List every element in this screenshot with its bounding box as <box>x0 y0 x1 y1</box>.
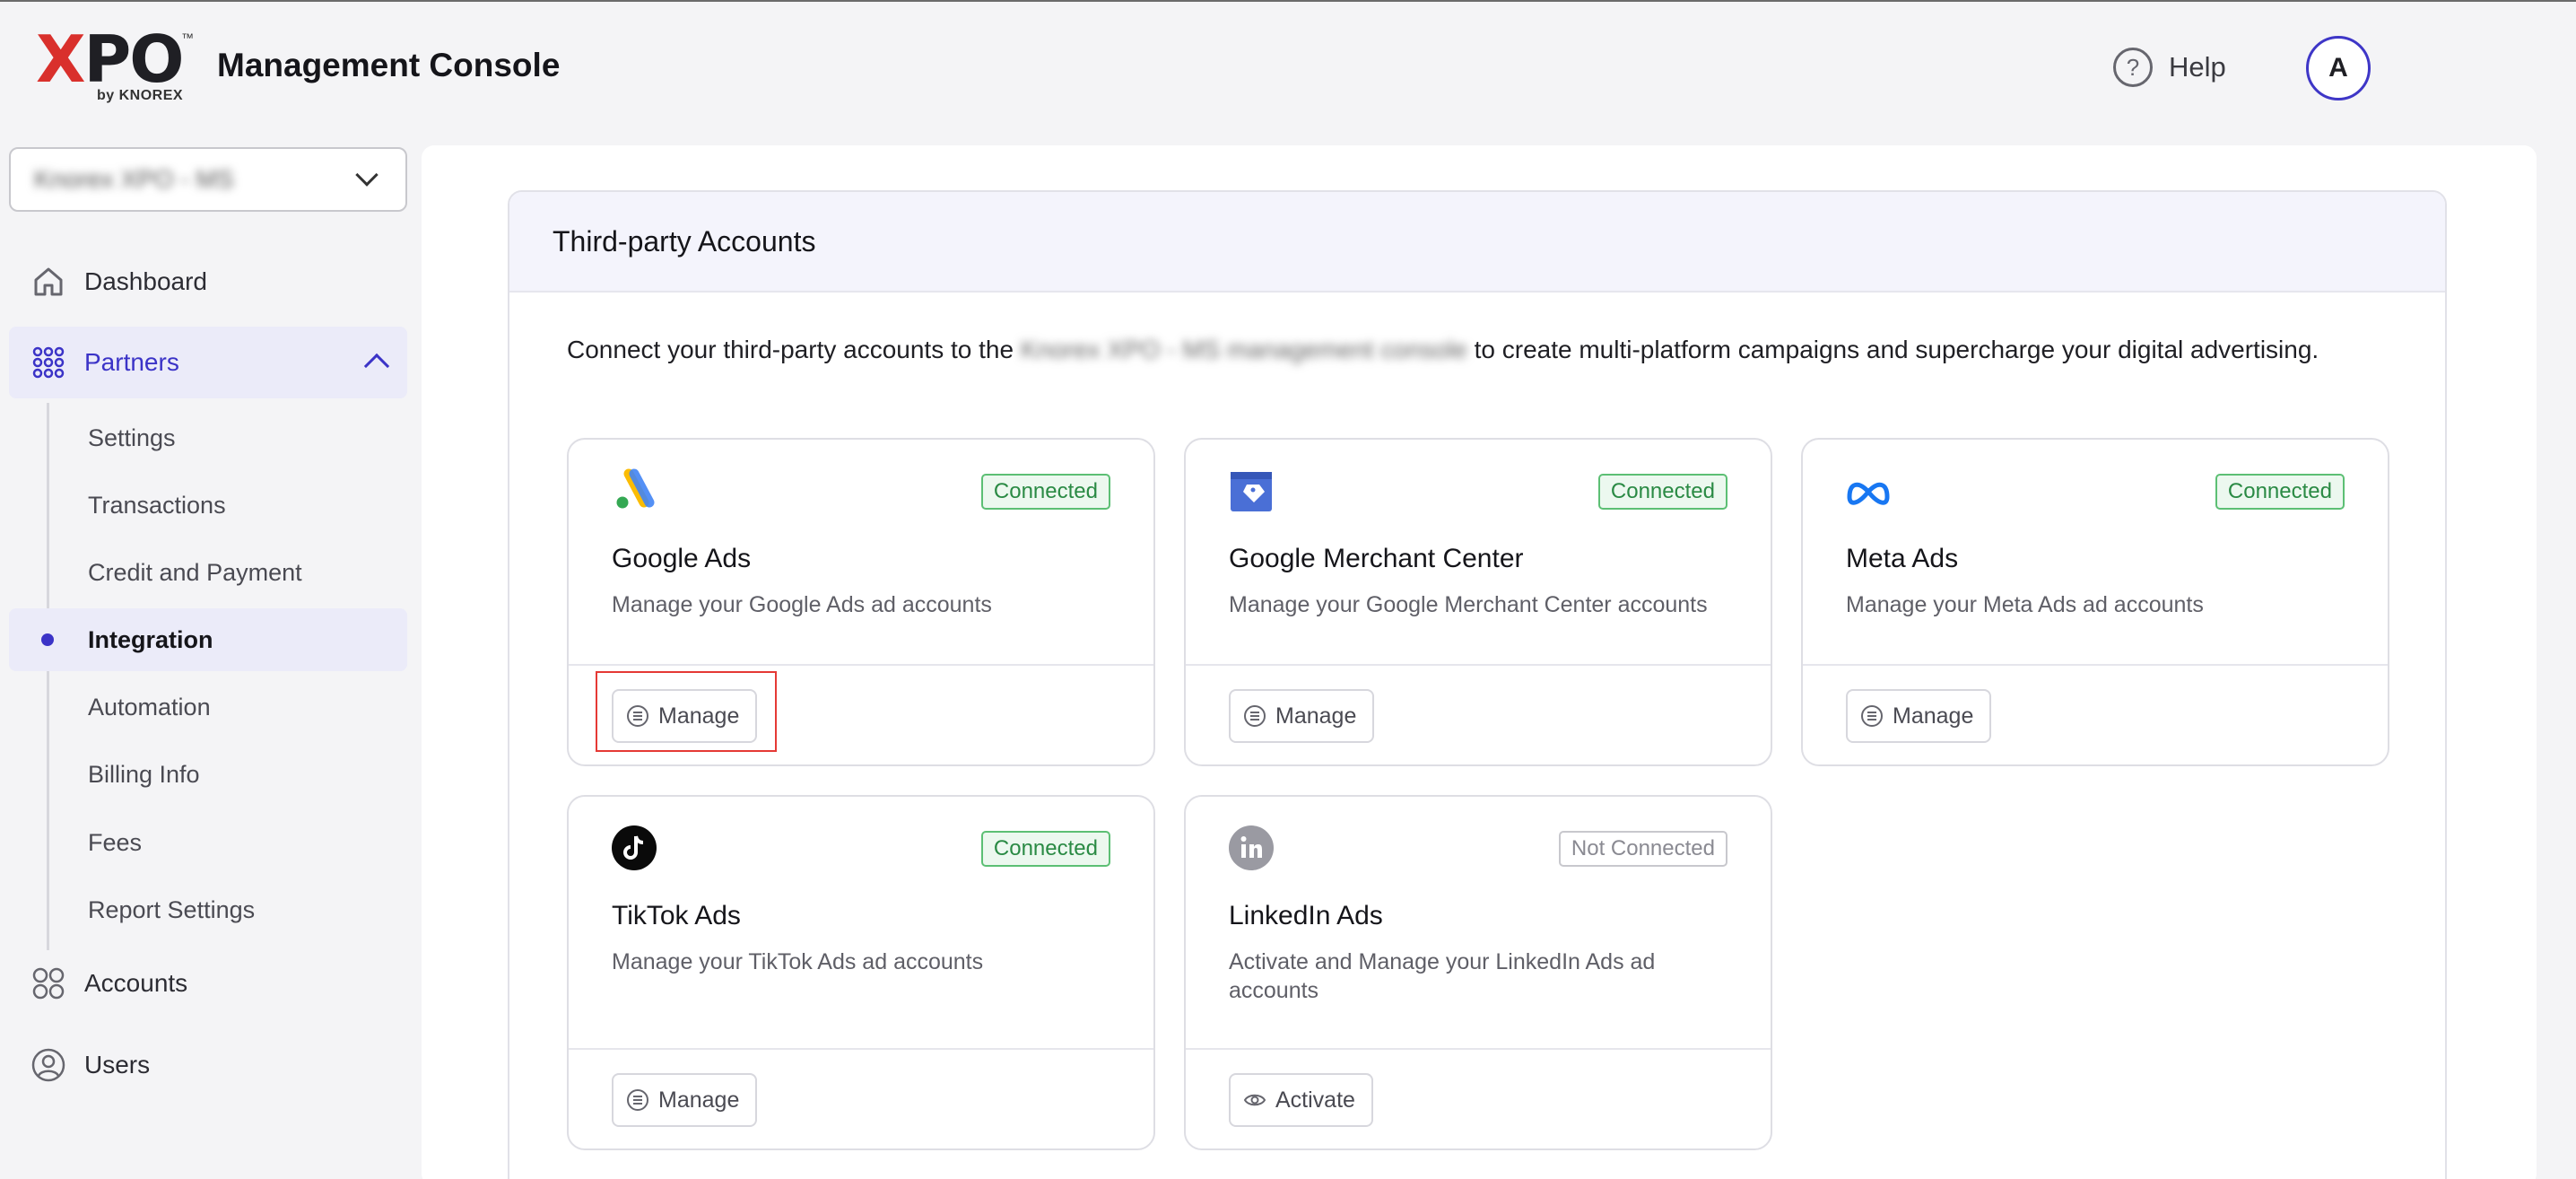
manage-button-label: Manage <box>1275 703 1357 729</box>
manage-button-label: Manage <box>658 1087 740 1113</box>
integration-card-linkedin-ads: Not Connected LinkedIn Ads Activate and … <box>1184 795 1772 1150</box>
help-button[interactable]: ? Help <box>2113 47 2226 88</box>
card-title: TikTok Ads <box>612 901 741 930</box>
user-avatar[interactable]: A <box>2306 36 2371 100</box>
manage-button-tiktok-ads[interactable]: Manage <box>612 1073 758 1127</box>
manage-button-meta-ads[interactable]: Manage <box>1846 689 1992 743</box>
nav-partners-label: Partners <box>84 348 179 376</box>
panel-title: Third-party Accounts <box>553 224 816 258</box>
nav-dashboard-label: Dashboard <box>84 267 207 295</box>
nav-users-label: Users <box>84 1051 151 1079</box>
meta-icon <box>1846 468 1891 513</box>
active-indicator-dot <box>41 633 54 646</box>
logo-wordmark: XPO <box>36 27 193 92</box>
card-divider <box>1186 1048 1771 1050</box>
integration-card-google-merchant-center: Connected Google Merchant Center Manage … <box>1184 438 1772 766</box>
chevron-up-icon[interactable] <box>363 353 390 380</box>
card-title: Meta Ads <box>1846 544 1959 573</box>
grid-dots-icon <box>30 345 66 380</box>
panel-header: Third-party Accounts <box>509 192 2445 293</box>
sidebar-item-fees[interactable]: Fees <box>9 811 407 874</box>
logo-trademark: ™ <box>181 31 194 45</box>
home-icon <box>30 264 66 300</box>
card-divider <box>1186 664 1771 666</box>
card-description: Activate and Manage your LinkedIn Ads ad… <box>1229 949 1656 1003</box>
nav-accounts[interactable]: Accounts <box>9 948 407 1019</box>
logo-x: X <box>36 22 85 97</box>
nav-accounts-label: Accounts <box>84 969 188 997</box>
card-description: Manage your Google Merchant Center accou… <box>1229 592 1708 617</box>
status-badge: Not Connected <box>1558 831 1727 867</box>
sidebar-item-integration-label: Integration <box>88 625 213 653</box>
four-circles-icon <box>30 965 66 1001</box>
manage-button-label: Manage <box>1893 703 1974 729</box>
app-title: Management Console <box>217 47 561 83</box>
integration-card-meta-ads: Connected Meta Ads Manage your Meta Ads … <box>1801 438 2389 766</box>
nav-dashboard[interactable]: Dashboard <box>9 246 407 318</box>
list-icon <box>1861 705 1883 727</box>
nav-users[interactable]: Users <box>9 1029 407 1101</box>
linkedin-icon <box>1229 825 1274 870</box>
list-icon <box>627 1089 648 1111</box>
card-description: Manage your Google Ads ad accounts <box>612 592 992 617</box>
card-divider <box>569 664 1153 666</box>
third-party-accounts-panel: Third-party Accounts Connect your third-… <box>508 190 2447 1179</box>
card-description: Manage your Meta Ads ad accounts <box>1846 592 2204 617</box>
card-title: Google Merchant Center <box>1229 544 1524 573</box>
list-icon <box>1244 705 1266 727</box>
logo-po: PO <box>83 22 185 97</box>
highlight-annotation-box <box>596 671 777 752</box>
google-ads-icon <box>612 468 657 513</box>
top-header: XPO ™ by KNOREX Management Console ? Hel… <box>0 2 2576 136</box>
card-title: LinkedIn Ads <box>1229 901 1383 930</box>
sidebar-item-credit-and-payment[interactable]: Credit and Payment <box>9 541 407 604</box>
card-divider <box>569 1048 1153 1050</box>
activate-button-label: Activate <box>1275 1087 1355 1113</box>
workspace-selector[interactable]: Knorex XPO - MS <box>9 147 407 212</box>
card-title: Google Ads <box>612 544 752 573</box>
status-badge: Connected <box>1597 474 1727 510</box>
sidebar-item-integration[interactable]: Integration <box>9 608 407 671</box>
workspace-value: Knorex XPO - MS <box>34 165 234 193</box>
eye-icon <box>1243 1094 1266 1106</box>
intro-console-name: Knorex XPO - MS management console <box>1020 336 1467 363</box>
sidebar-item-settings[interactable]: Settings <box>9 406 407 469</box>
intro-text-end: to create multi-platform campaigns and s… <box>1466 336 2319 363</box>
sidebar-item-report-settings[interactable]: Report Settings <box>9 878 407 941</box>
intro-text: Connect your third-party accounts to the… <box>567 336 2379 364</box>
help-icon: ? <box>2113 48 2153 87</box>
chevron-down-icon <box>355 163 379 187</box>
main-content: Third-party Accounts Connect your third-… <box>422 145 2537 1179</box>
xpo-logo[interactable]: XPO ™ by KNOREX <box>36 27 194 106</box>
google-merchant-icon <box>1229 468 1274 513</box>
nav-partners[interactable]: Partners <box>9 327 407 398</box>
card-description: Manage your TikTok Ads ad accounts <box>612 949 984 974</box>
user-circle-icon <box>30 1047 66 1083</box>
status-badge: Connected <box>980 474 1110 510</box>
integration-card-tiktok-ads: Connected TikTok Ads Manage your TikTok … <box>567 795 1155 1150</box>
sidebar-item-billing-info[interactable]: Billing Info <box>9 743 407 806</box>
intro-text-start: Connect your third-party accounts to the <box>567 336 1021 363</box>
status-badge: Connected <box>2215 474 2345 510</box>
activate-button-linkedin-ads[interactable]: Activate <box>1229 1073 1373 1127</box>
logo-byline: by KNOREX <box>97 88 184 103</box>
sidebar-item-automation[interactable]: Automation <box>9 676 407 738</box>
help-label: Help <box>2169 51 2226 83</box>
status-badge: Connected <box>980 831 1110 867</box>
card-divider <box>1803 664 2388 666</box>
sidebar-item-transactions[interactable]: Transactions <box>9 474 407 537</box>
manage-button-google-merchant-center[interactable]: Manage <box>1229 689 1375 743</box>
tiktok-icon <box>612 825 657 870</box>
